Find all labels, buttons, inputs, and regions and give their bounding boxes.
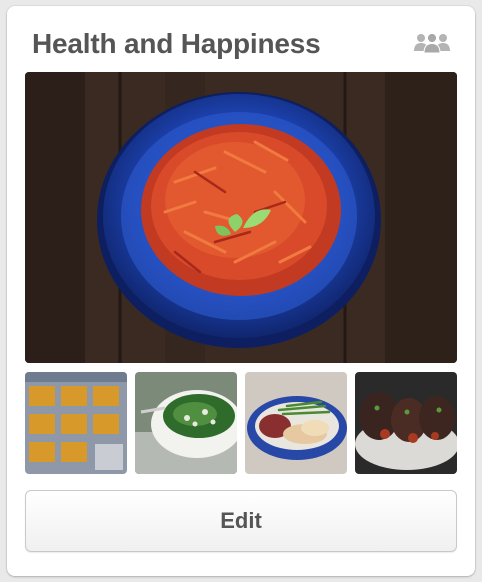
board-thumbnails: [25, 372, 457, 474]
board-cover-image[interactable]: [25, 72, 457, 363]
board-card: Health and Happiness Edit: [7, 6, 475, 576]
group-icon: [413, 32, 451, 54]
thumbnail-3[interactable]: [245, 372, 347, 474]
thumbnail-2[interactable]: [135, 372, 237, 474]
thumbnail-4[interactable]: [355, 372, 457, 474]
thumbnail-1[interactable]: [25, 372, 127, 474]
edit-board-button[interactable]: Edit: [25, 490, 457, 552]
board-title[interactable]: Health and Happiness: [32, 28, 321, 60]
